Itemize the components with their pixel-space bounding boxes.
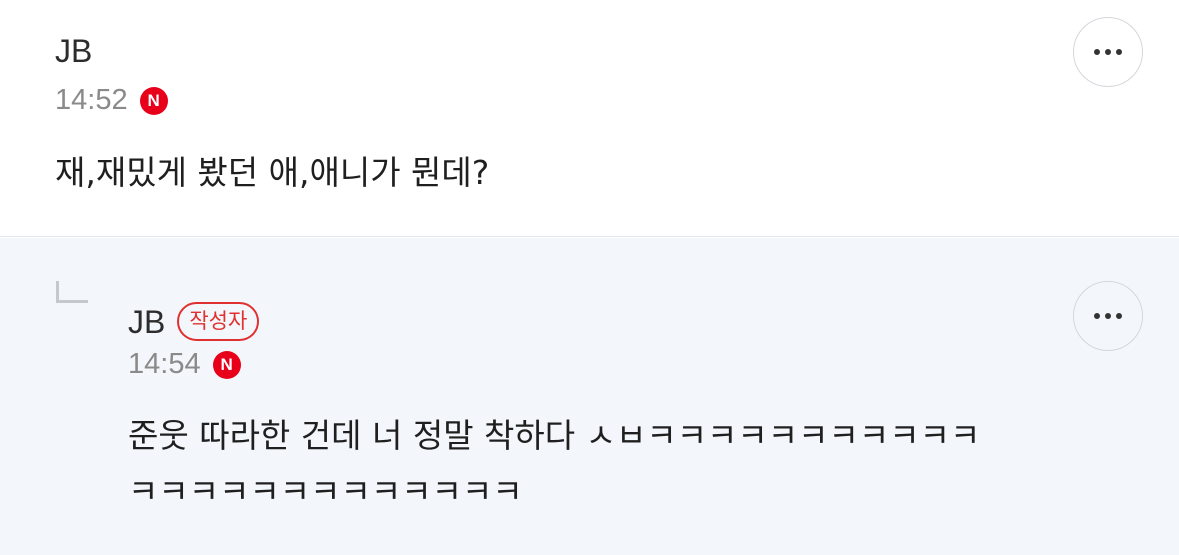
comment-item: JB 14:52 N 재,재밌게 봤던 애,애니가 뭔데? — [0, 0, 1179, 237]
reply-text-line-2: ㅋㅋㅋㅋㅋㅋㅋㅋㅋㅋㅋㅋㅋ — [128, 472, 523, 511]
new-badge-icon: N — [212, 350, 241, 379]
writer-badge: 작성자 — [177, 302, 260, 341]
comment-author[interactable]: JB — [55, 35, 92, 67]
comment-meta: 14:52 N — [55, 86, 168, 115]
comment-time: 14:52 — [55, 84, 128, 116]
reply-text-line-1: 준웃 따라한 건데 너 정말 착하다 ㅅㅂㅋㅋㅋㅋㅋㅋㅋㅋㅋㅋㅋ — [128, 416, 981, 455]
more-horizontal-icon — [1094, 49, 1122, 55]
reply-time: 14:54 — [128, 348, 201, 380]
more-options-button[interactable] — [1073, 281, 1143, 351]
reply-meta: 14:54 N — [128, 350, 241, 379]
reply-arrow-icon — [56, 281, 88, 303]
reply-author[interactable]: JB — [128, 306, 165, 338]
reply-author-row: JB 작성자 — [128, 302, 260, 341]
more-options-button[interactable] — [1073, 17, 1143, 87]
new-badge-icon: N — [139, 86, 168, 115]
reply-item: JB 작성자 14:54 N 준웃 따라한 건데 너 정말 착하다 ㅅㅂㅋㅋㅋㅋ… — [0, 238, 1179, 555]
more-horizontal-icon — [1094, 313, 1122, 319]
comment-text: 재,재밌게 봤던 애,애니가 뭔데? — [55, 153, 490, 192]
